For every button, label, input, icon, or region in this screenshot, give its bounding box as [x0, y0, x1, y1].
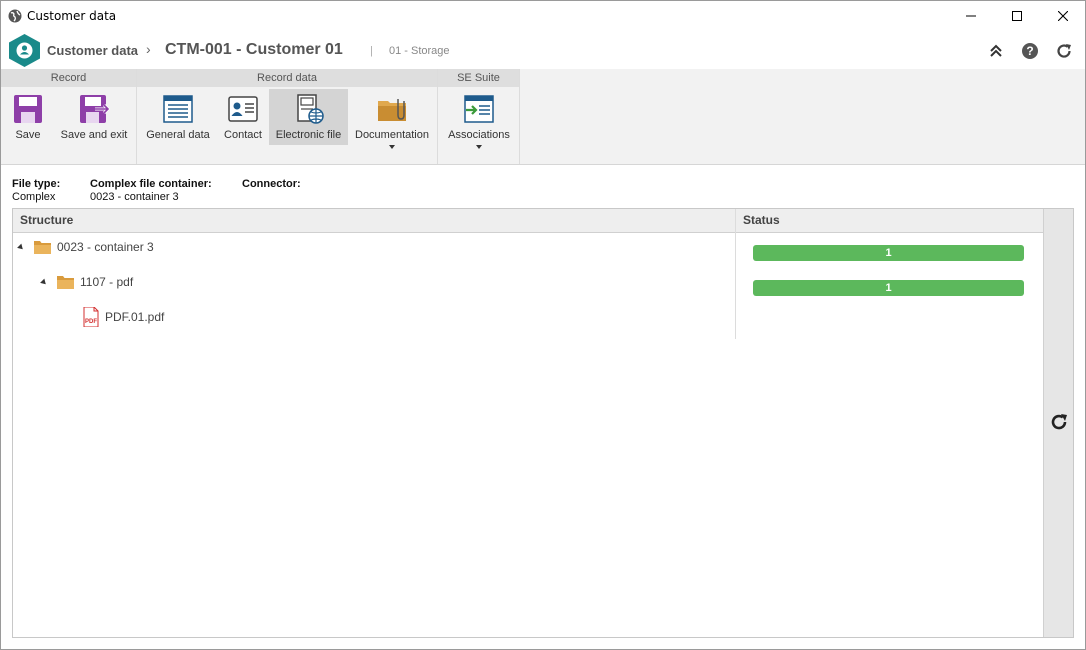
documentation-icon [378, 99, 406, 121]
save-exit-icon [80, 95, 110, 123]
general-data-button[interactable]: General data [142, 89, 214, 145]
documentation-button[interactable]: Documentation [351, 89, 433, 149]
file-type-value: Complex [12, 191, 56, 203]
tree-row-label: 1107 - pdf [80, 275, 134, 289]
dropdown-caret-icon [476, 145, 482, 149]
pdf-file-icon: PDF [83, 307, 99, 327]
file-type-label: File type: [12, 178, 61, 190]
contact-icon [228, 96, 258, 122]
structure-grid: Structure Status 0023 - container 3 1 11… [12, 208, 1074, 638]
breadcrumb-root[interactable]: Customer data [47, 43, 138, 58]
electronic-file-icon [296, 94, 324, 124]
expand-triangle-icon[interactable] [40, 278, 48, 286]
tree-row-folder[interactable]: 1107 - pdf [40, 272, 134, 292]
save-button[interactable]: Save [5, 89, 51, 145]
help-icon[interactable]: ? [1021, 42, 1039, 60]
container-label: Complex file container: [90, 178, 212, 190]
window-title: Customer data [27, 9, 117, 23]
minimize-button[interactable] [948, 1, 994, 31]
page-header: Customer data › CTM-001 - Customer 01 | … [1, 32, 1085, 69]
collapse-up-icon[interactable] [987, 42, 1005, 60]
column-divider [735, 209, 736, 339]
save-and-exit-button[interactable]: Save and exit [55, 89, 133, 145]
column-header-structure[interactable]: Structure [13, 209, 735, 233]
group-label: Record [1, 69, 136, 87]
dropdown-caret-icon [389, 145, 395, 149]
svg-text:PDF: PDF [85, 319, 97, 325]
tree-row-folder[interactable]: 0023 - container 3 [17, 237, 154, 257]
container-value: 0023 - container 3 [90, 191, 179, 203]
column-header-status[interactable]: Status [735, 209, 1043, 233]
maximize-icon [1012, 11, 1022, 21]
maximize-button[interactable] [994, 1, 1040, 31]
ribbon-group-se-suite: SE Suite Associations [438, 69, 520, 164]
save-icon [14, 95, 42, 123]
status-bar: 1 [753, 280, 1024, 296]
tree-row-label: 0023 - container 3 [57, 240, 154, 254]
title-bar: Customer data [1, 1, 1085, 32]
electronic-file-button[interactable]: Electronic file [269, 89, 348, 145]
close-button[interactable] [1040, 1, 1086, 31]
record-title: CTM-001 - Customer 01 [165, 41, 343, 58]
folder-icon [57, 276, 74, 289]
minimize-icon [966, 15, 976, 17]
associations-icon [464, 95, 494, 123]
expand-triangle-icon[interactable] [17, 243, 25, 251]
associations-button[interactable]: Associations [442, 89, 516, 149]
connector-label: Connector: [242, 178, 301, 190]
status-bar: 1 [753, 245, 1024, 261]
customer-logo-icon [9, 34, 40, 67]
globe-icon [8, 9, 22, 23]
connector-field: Connector: [242, 178, 301, 190]
general-data-icon [163, 95, 193, 123]
file-type-field: File type: Complex [12, 178, 60, 203]
refresh-icon[interactable] [1049, 412, 1069, 432]
grid-header: Structure Status [13, 209, 1043, 233]
grid-side-panel [1043, 209, 1073, 637]
refresh-icon[interactable] [1055, 42, 1073, 60]
ribbon-group-record: Record Save Save and exit [1, 69, 137, 164]
record-subtitle: 01 - Storage [389, 45, 450, 57]
customer-data-window: Customer data Customer data › CTM-001 - … [0, 0, 1086, 650]
breadcrumb-separator: › [146, 41, 151, 57]
ribbon-toolbar: Record Save Save and exit Record data Ge… [1, 69, 1085, 165]
close-icon [1058, 11, 1068, 21]
container-field: Complex file container: 0023 - container… [90, 178, 212, 203]
title-pipe: | [370, 45, 373, 57]
tree-row-label: PDF.01.pdf [105, 310, 165, 324]
ribbon-group-record-data: Record data General data Contact Electro… [137, 69, 438, 164]
folder-icon [34, 241, 51, 254]
group-label: Record data [137, 69, 437, 87]
svg-text:?: ? [1026, 44, 1033, 58]
contact-button[interactable]: Contact [218, 89, 268, 145]
group-label: SE Suite [438, 69, 519, 87]
tree-row-file[interactable]: PDF PDF.01.pdf [82, 307, 164, 327]
